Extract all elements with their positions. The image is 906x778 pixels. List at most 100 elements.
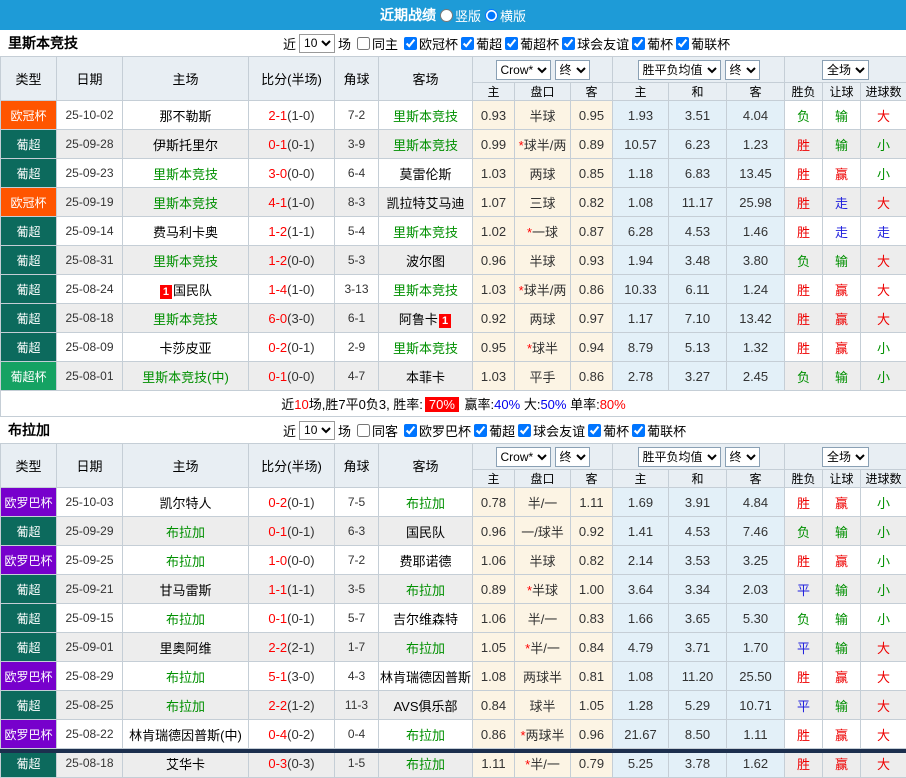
halftime-score: (1-0) <box>287 108 314 123</box>
away-team: 本菲卡 <box>379 362 473 391</box>
odds-provider-select[interactable]: Crow* <box>496 447 551 467</box>
league-filter-checkbox[interactable] <box>632 37 645 50</box>
result-handicap: 赢 <box>823 546 861 575</box>
avg-draw-odds: 5.13 <box>669 333 727 362</box>
league-filter[interactable]: 欧罗巴杯 <box>401 421 471 440</box>
avg-away-odds: 1.46 <box>727 217 785 246</box>
halftime-score: (3-0) <box>287 669 314 684</box>
handicap-line: 两球半 <box>515 662 571 691</box>
league-filter-checkbox[interactable] <box>404 37 417 50</box>
score-cell: 1-0(0-0) <box>249 546 335 575</box>
league-filter[interactable]: 葡联杯 <box>673 34 730 53</box>
scope-select[interactable]: 全场 <box>822 60 869 80</box>
avg-away-odds: 7.46 <box>727 517 785 546</box>
summary-part: 近 <box>281 397 294 412</box>
odds-state-select[interactable]: 终 <box>555 60 590 80</box>
horizontal-layout-radio[interactable] <box>485 9 498 22</box>
avg-state-select[interactable]: 终 <box>725 447 760 467</box>
league-filter[interactable]: 葡杯 <box>629 34 673 53</box>
league-filter-checkbox[interactable] <box>588 424 601 437</box>
vertical-layout-radio[interactable] <box>440 9 453 22</box>
corner-score: 6-1 <box>335 304 379 333</box>
league-filter-checkbox[interactable] <box>632 424 645 437</box>
odds-group-header: Crow*终 <box>473 57 613 83</box>
home-odds: 0.84 <box>473 691 515 720</box>
sub-home-odds: 主 <box>473 470 515 488</box>
league-filter[interactable]: 球会友谊 <box>559 34 629 53</box>
avg-type-select[interactable]: 胜平负均值 <box>638 60 721 80</box>
same-venue-checkbox[interactable] <box>357 424 370 437</box>
avg-home-odds: 1.69 <box>613 488 669 517</box>
league-badge: 葡超 <box>1 130 57 159</box>
result-handicap: 赢 <box>823 662 861 691</box>
halftime-score: (1-2) <box>287 698 314 713</box>
recent-count-select[interactable]: 10 <box>299 421 335 440</box>
sub-handicap: 盘口 <box>515 83 571 101</box>
result-goals: 大 <box>861 246 906 275</box>
league-filter-checkbox[interactable] <box>562 37 575 50</box>
halftime-score: (0-1) <box>287 495 314 510</box>
home-team: 林肯瑞德因普斯(中) <box>123 720 249 749</box>
team-section-header: 里斯本竞技 近 10 场 同主 欧冠杯葡超葡超杯球会友谊葡杯葡联杯 <box>0 30 906 56</box>
match-row: 葡超25-09-21甘马雷斯1-1(1-1)3-5布拉加0.89*半球1.003… <box>1 575 906 604</box>
same-venue-filter[interactable]: 同主 <box>354 34 398 53</box>
handicap-line: 半/一 <box>515 604 571 633</box>
away-odds: 0.95 <box>571 101 613 130</box>
league-filter-checkbox[interactable] <box>676 37 689 50</box>
league-filter[interactable]: 葡超 <box>471 421 515 440</box>
avg-away-odds: 3.80 <box>727 246 785 275</box>
same-venue-checkbox[interactable] <box>357 37 370 50</box>
league-filter-label: 欧罗巴杯 <box>419 421 471 440</box>
avg-away-odds: 2.45 <box>727 362 785 391</box>
league-filter[interactable]: 葡杯 <box>585 421 629 440</box>
avg-state-select[interactable]: 终 <box>725 60 760 80</box>
handicap-line: 球半 <box>515 691 571 720</box>
league-filter-checkbox[interactable] <box>505 37 518 50</box>
league-filter[interactable]: 葡联杯 <box>629 421 686 440</box>
result-handicap: 赢 <box>823 333 861 362</box>
favorite-star-icon: * <box>525 757 530 772</box>
league-filter-checkbox[interactable] <box>404 424 417 437</box>
odds-state-select[interactable]: 终 <box>555 447 590 467</box>
result-outcome: 胜 <box>785 720 823 749</box>
layout-option-horizontal[interactable]: 横版 <box>485 6 526 25</box>
league-filter[interactable]: 葡超杯 <box>502 34 559 53</box>
scope-select[interactable]: 全场 <box>822 447 869 467</box>
sub-avg-away: 客 <box>727 83 785 101</box>
avg-away-odds: 13.45 <box>727 159 785 188</box>
result-outcome: 胜 <box>785 159 823 188</box>
league-filter[interactable]: 葡超 <box>458 34 502 53</box>
layout-option-vertical[interactable]: 竖版 <box>440 6 481 25</box>
home-team: 里斯本竞技(中) <box>123 362 249 391</box>
fulltime-score: 0-4 <box>268 727 287 742</box>
corner-score: 4-7 <box>335 362 379 391</box>
league-filter-checkbox[interactable] <box>461 37 474 50</box>
league-filter[interactable]: 欧冠杯 <box>401 34 458 53</box>
avg-away-odds: 1.32 <box>727 333 785 362</box>
halftime-score: (0-1) <box>287 340 314 355</box>
same-venue-filter[interactable]: 同客 <box>354 421 398 440</box>
home-odds: 0.92 <box>473 304 515 333</box>
avg-draw-odds: 4.53 <box>669 517 727 546</box>
odds-group-header: Crow*终 <box>473 444 613 470</box>
halftime-score: (0-0) <box>287 553 314 568</box>
league-filter-checkbox[interactable] <box>474 424 487 437</box>
scope-group-header: 全场 <box>785 444 906 470</box>
match-date: 25-09-28 <box>57 130 123 159</box>
home-odds: 0.96 <box>473 517 515 546</box>
league-filter[interactable]: 球会友谊 <box>515 421 585 440</box>
corner-score: 3-9 <box>335 130 379 159</box>
match-row: 葡超25-09-14费马利卡奥1-2(1-1)5-4里斯本竞技1.02*一球0.… <box>1 217 906 246</box>
avg-type-select[interactable]: 胜平负均值 <box>638 447 721 467</box>
away-odds: 1.05 <box>571 691 613 720</box>
odds-provider-select[interactable]: Crow* <box>496 60 551 80</box>
league-badge: 葡超 <box>1 604 57 633</box>
league-filter-checkbox[interactable] <box>518 424 531 437</box>
home-team: 伊斯托里尔 <box>123 130 249 159</box>
avg-home-odds: 21.67 <box>613 720 669 749</box>
home-team: 里斯本竞技 <box>123 159 249 188</box>
score-cell: 0-1(0-1) <box>249 130 335 159</box>
home-odds: 1.03 <box>473 362 515 391</box>
avg-draw-odds: 5.29 <box>669 691 727 720</box>
recent-count-select[interactable]: 10 <box>299 34 335 53</box>
